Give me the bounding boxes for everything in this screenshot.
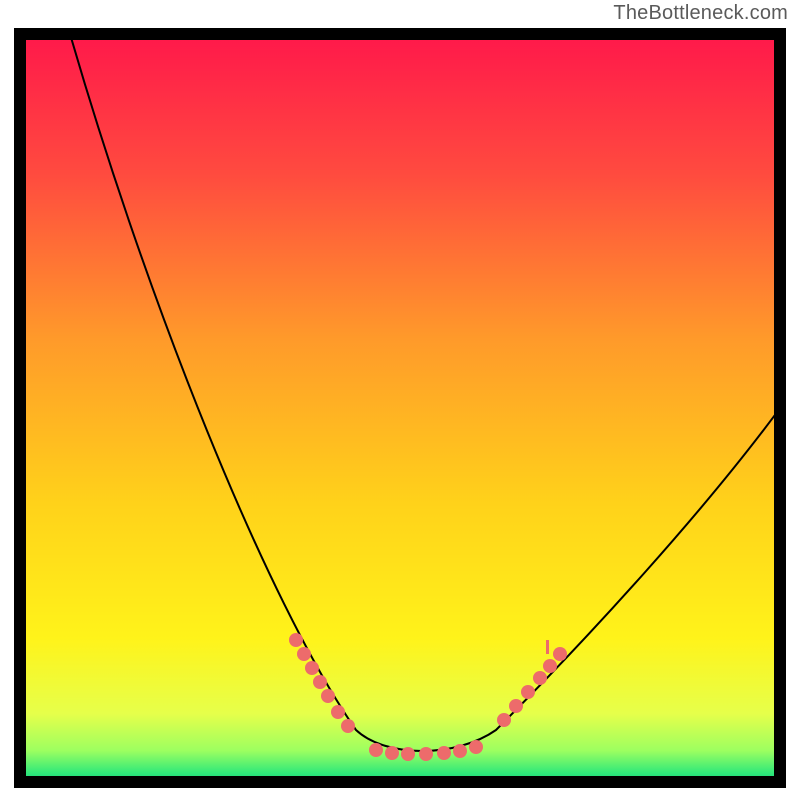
curve-path — [66, 40, 774, 751]
bottleneck-curve — [26, 40, 774, 776]
bottom-marker-cluster — [369, 740, 483, 761]
attribution-text: TheBottleneck.com — [613, 2, 788, 25]
chart-plot-area — [26, 40, 774, 776]
right-marker-cluster — [497, 640, 567, 727]
left-marker-cluster — [289, 633, 355, 733]
chart-outer-frame — [14, 28, 786, 788]
